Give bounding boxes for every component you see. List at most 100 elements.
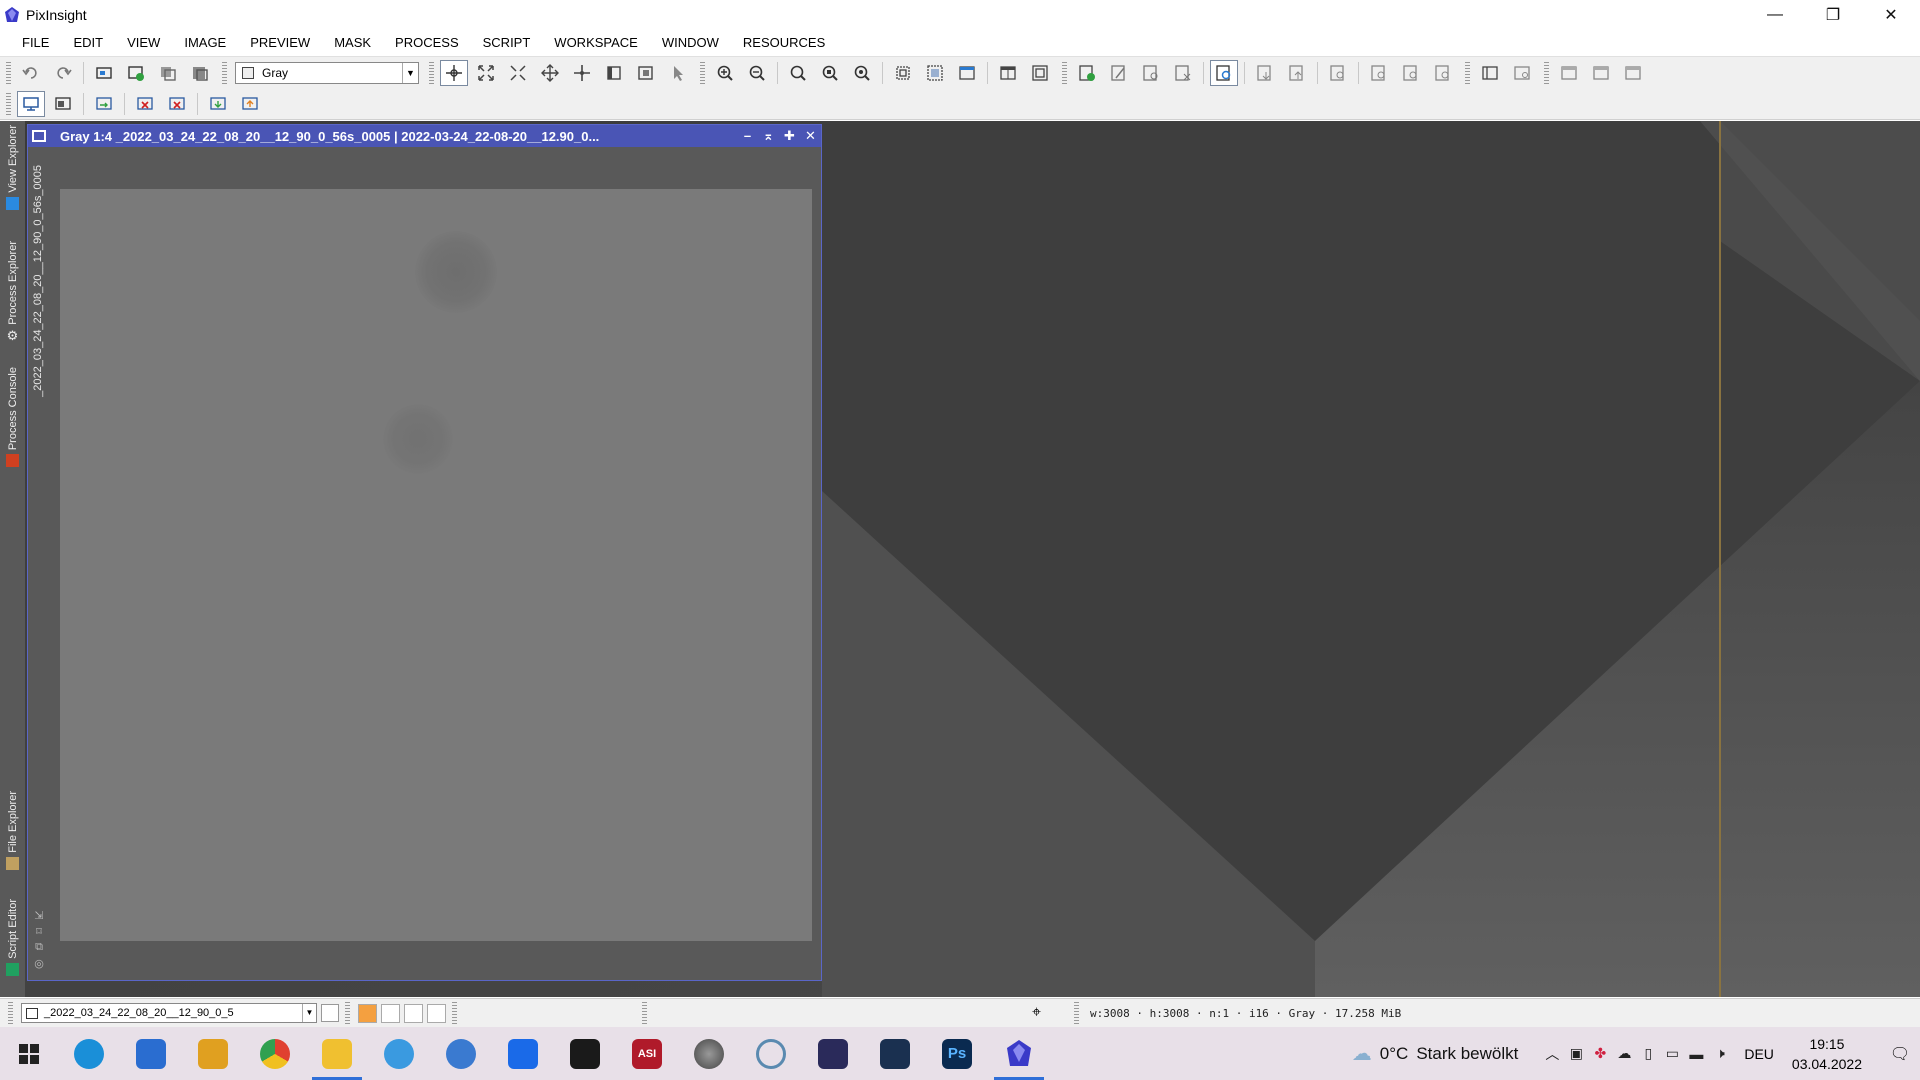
image-close-button[interactable]: ✕ <box>800 128 821 144</box>
statusbar-grip[interactable] <box>8 1002 13 1024</box>
taskbar-red-app[interactable] <box>554 1027 616 1080</box>
side-copy-icon[interactable]: ⧉ <box>32 941 46 955</box>
toolbar-grip[interactable] <box>700 61 705 84</box>
camera-icon[interactable]: ▣ <box>1564 1045 1588 1062</box>
toolbar-grip[interactable] <box>1062 61 1067 84</box>
workspace-button-2[interactable] <box>1587 60 1615 86</box>
fit-image-button[interactable] <box>921 60 949 86</box>
mask-edit-button[interactable] <box>1105 60 1133 86</box>
menu-workspace[interactable]: WORKSPACE <box>542 35 650 50</box>
image-action-button-1[interactable] <box>90 60 118 86</box>
usb-icon[interactable]: ▯ <box>1636 1045 1660 1062</box>
stf-button-5[interactable] <box>1397 60 1425 86</box>
zoom-optimal-button[interactable] <box>848 60 876 86</box>
input-language[interactable]: DEU <box>1744 1046 1774 1062</box>
screen-button[interactable] <box>17 90 45 117</box>
side-target-icon[interactable]: ◎ <box>32 957 46 971</box>
readout-mode-button[interactable] <box>440 59 468 86</box>
workspace-button-3[interactable] <box>1619 60 1647 86</box>
action-center-icon[interactable]: 🗨 <box>1880 1044 1920 1064</box>
taskbar-planet-app[interactable] <box>678 1027 740 1080</box>
import-button[interactable] <box>204 91 232 117</box>
side-arrow-icon[interactable]: ⇲ <box>32 909 46 923</box>
export-button[interactable] <box>236 91 264 117</box>
pan-mode-button[interactable] <box>536 60 564 86</box>
color-swatch-4[interactable] <box>427 1003 446 1023</box>
history-button[interactable] <box>90 91 118 117</box>
close-button[interactable]: ✕ <box>1862 0 1920 30</box>
toolbar-grip[interactable] <box>1544 61 1549 84</box>
redo-button[interactable] <box>49 60 77 86</box>
astro-image[interactable] <box>60 189 812 941</box>
menu-file[interactable]: FILE <box>10 35 61 50</box>
image-shade-button[interactable]: ⌅ <box>758 128 779 144</box>
taskbar-pixinsight[interactable] <box>988 1027 1050 1080</box>
dock-tab-script-editor[interactable]: Script Editor <box>0 899 25 976</box>
zoom-fit-button[interactable] <box>472 60 500 86</box>
dock-tab-process-explorer[interactable]: Process Explorer ⚙ <box>0 241 25 342</box>
dock-tab-view-explorer[interactable]: View Explorer <box>0 125 25 210</box>
delete-all-button[interactable] <box>163 91 191 117</box>
image-action-button-3[interactable] <box>154 60 182 86</box>
view-panel-button[interactable] <box>1476 60 1504 86</box>
dock-tab-process-console[interactable]: Process Console <box>0 367 25 468</box>
menu-window[interactable]: WINDOW <box>650 35 731 50</box>
stf-button-4[interactable] <box>1365 60 1393 86</box>
statusbar-grip[interactable] <box>642 1002 647 1024</box>
image-window[interactable]: Gray 1:4 _2022_03_24_22_08_20__12_90_0_5… <box>27 124 822 981</box>
network-icon[interactable]: ▭ <box>1660 1045 1684 1062</box>
speaker-muted-icon[interactable]: 🕨 <box>1708 1045 1732 1062</box>
mask-remove-button[interactable] <box>1169 60 1197 86</box>
image-viewport[interactable] <box>50 147 821 980</box>
statusbar-grip[interactable] <box>452 1002 457 1024</box>
zoom-out-button[interactable] <box>743 60 771 86</box>
taskbar-globe-app[interactable] <box>430 1027 492 1080</box>
taskbar-ring-app[interactable] <box>740 1027 802 1080</box>
stf-button-2[interactable] <box>1283 60 1311 86</box>
color-swatch-3[interactable] <box>404 1003 423 1023</box>
center-view-button[interactable] <box>953 60 981 86</box>
menu-process[interactable]: PROCESS <box>383 35 471 50</box>
image-window-titlebar[interactable]: Gray 1:4 _2022_03_24_22_08_20__12_90_0_5… <box>28 125 821 147</box>
taskbar-photoshop[interactable]: Ps <box>926 1027 988 1080</box>
chevron-up-icon[interactable]: ︿ <box>1540 1044 1564 1064</box>
start-button[interactable] <box>0 1027 58 1080</box>
image-minimize-button[interactable]: – <box>737 128 758 144</box>
delete-history-button[interactable] <box>131 91 159 117</box>
image-maximize-button[interactable]: ✚ <box>779 128 800 144</box>
notification-app-icon[interactable]: ✤ <box>1588 1045 1612 1062</box>
stf-button-3[interactable] <box>1324 60 1352 86</box>
new-mask-button[interactable] <box>1073 60 1101 86</box>
zoom-shrink-button[interactable] <box>504 60 532 86</box>
image-action-button-4[interactable] <box>186 60 214 86</box>
toolbar-grip[interactable] <box>6 92 11 115</box>
color-swatch-2[interactable] <box>381 1003 400 1023</box>
screen-options-button[interactable] <box>49 91 77 117</box>
zoom-fit-window-button[interactable] <box>816 60 844 86</box>
menu-image[interactable]: IMAGE <box>172 35 238 50</box>
toolbar-grip[interactable] <box>6 61 11 84</box>
color-space-select[interactable]: Gray ▼ <box>235 61 419 84</box>
toolbar-grip[interactable] <box>1465 61 1470 84</box>
restore-button[interactable]: ❐ <box>1804 0 1862 30</box>
preview-edit-button[interactable] <box>632 60 660 86</box>
image-action-button-2[interactable] <box>122 60 150 86</box>
taskbar-store[interactable] <box>120 1027 182 1080</box>
taskbar-dropbox[interactable] <box>492 1027 554 1080</box>
statusbar-grip[interactable] <box>345 1002 350 1024</box>
view-panel-button-2[interactable] <box>1508 60 1536 86</box>
zoom-in-button[interactable] <box>711 60 739 86</box>
show-mask-button[interactable] <box>1210 59 1238 86</box>
color-swatch-1[interactable] <box>358 1003 377 1023</box>
battery-icon[interactable]: ▬ <box>1684 1046 1708 1062</box>
onedrive-icon[interactable]: ☁ <box>1612 1045 1636 1062</box>
undo-button[interactable] <box>17 60 45 86</box>
dock-tab-file-explorer[interactable]: File Explorer <box>0 791 25 870</box>
mask-invert-button[interactable] <box>1137 60 1165 86</box>
taskbar-app-yellow[interactable] <box>182 1027 244 1080</box>
view-options-button[interactable] <box>321 1004 339 1022</box>
system-clock[interactable]: 19:15 03.04.2022 <box>1792 1034 1862 1074</box>
taskbar-file-explorer[interactable] <box>306 1027 368 1080</box>
select-mode-button[interactable] <box>664 60 692 86</box>
toolbar-grip[interactable] <box>222 61 227 84</box>
